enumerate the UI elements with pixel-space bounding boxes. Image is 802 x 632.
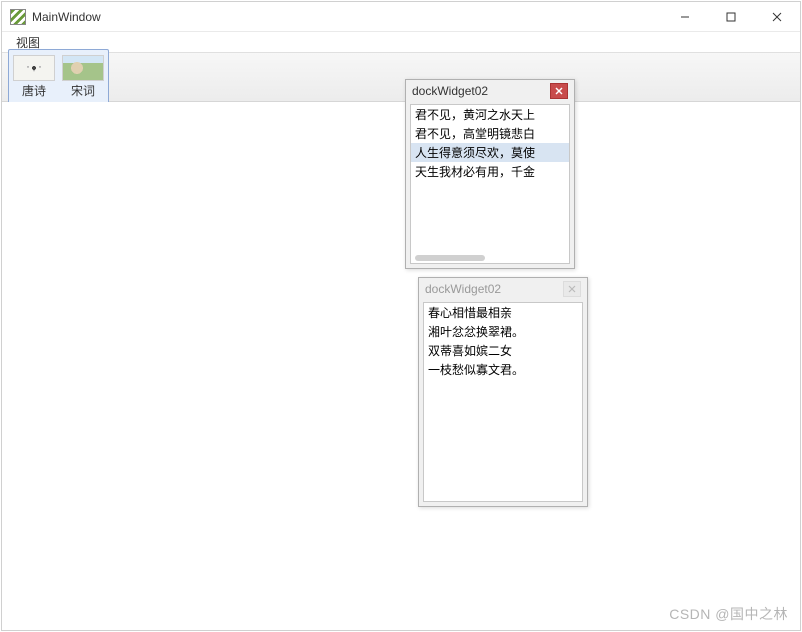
- list-item[interactable]: 湘叶忿忿换翠裙。: [424, 322, 582, 341]
- dock-titlebar[interactable]: dockWidget02: [406, 80, 574, 102]
- close-button[interactable]: [754, 2, 800, 31]
- minimize-button[interactable]: [662, 2, 708, 31]
- dock-title-text: dockWidget02: [412, 84, 488, 98]
- titlebar[interactable]: MainWindow: [2, 2, 800, 32]
- list-item[interactable]: 天生我材必有用，千金: [411, 162, 569, 181]
- app-icon: [10, 9, 26, 25]
- dock-close-button[interactable]: [550, 83, 568, 99]
- horizontal-scrollbar[interactable]: [415, 255, 485, 261]
- list-item[interactable]: 君不见，黄河之水天上: [411, 105, 569, 124]
- toolbar-group: 唐诗 宋词: [8, 49, 109, 105]
- maximize-button[interactable]: [708, 2, 754, 31]
- dock-widget-1[interactable]: dockWidget02 君不见，黄河之水天上 君不见，高堂明镜悲白 人生得意须…: [405, 79, 575, 269]
- dock-body[interactable]: 春心相惜最相亲 湘叶忿忿换翠裙。 双蒂喜如嫔二女 一枝愁似寡文君。: [423, 302, 583, 502]
- list-item[interactable]: 一枝愁似寡文君。: [424, 360, 582, 379]
- window-title: MainWindow: [32, 10, 101, 24]
- dock-body[interactable]: 君不见，黄河之水天上 君不见，高堂明镜悲白 人生得意须尽欢，莫使 天生我材必有用…: [410, 104, 570, 264]
- toolbar-label: 唐诗: [22, 82, 46, 99]
- list-item[interactable]: 双蒂喜如嫔二女: [424, 341, 582, 360]
- dock-close-button[interactable]: [563, 281, 581, 297]
- main-window: MainWindow 视图 唐诗 宋词: [1, 1, 801, 631]
- toolbar-label: 宋词: [71, 82, 95, 99]
- dock-titlebar[interactable]: dockWidget02: [419, 278, 587, 300]
- ci-thumb-icon: [62, 55, 104, 81]
- list-item[interactable]: 君不见，高堂明镜悲白: [411, 124, 569, 143]
- content-area: dockWidget02 君不见，黄河之水天上 君不见，高堂明镜悲白 人生得意须…: [2, 102, 800, 630]
- window-controls: [662, 2, 800, 31]
- list-item[interactable]: 人生得意须尽欢，莫使: [411, 143, 569, 162]
- list-item[interactable]: 春心相惜最相亲: [424, 303, 582, 322]
- toolbar: 唐诗 宋词: [2, 52, 800, 102]
- dock-title-text: dockWidget02: [425, 282, 501, 296]
- toolbar-button-song-ci[interactable]: 宋词: [60, 52, 106, 102]
- toolbar-button-tang-poem[interactable]: 唐诗: [11, 52, 57, 102]
- menubar: 视图: [2, 32, 800, 52]
- dock-widget-2[interactable]: dockWidget02 春心相惜最相亲 湘叶忿忿换翠裙。 双蒂喜如嫔二女 一枝…: [418, 277, 588, 507]
- poem-thumb-icon: [13, 55, 55, 81]
